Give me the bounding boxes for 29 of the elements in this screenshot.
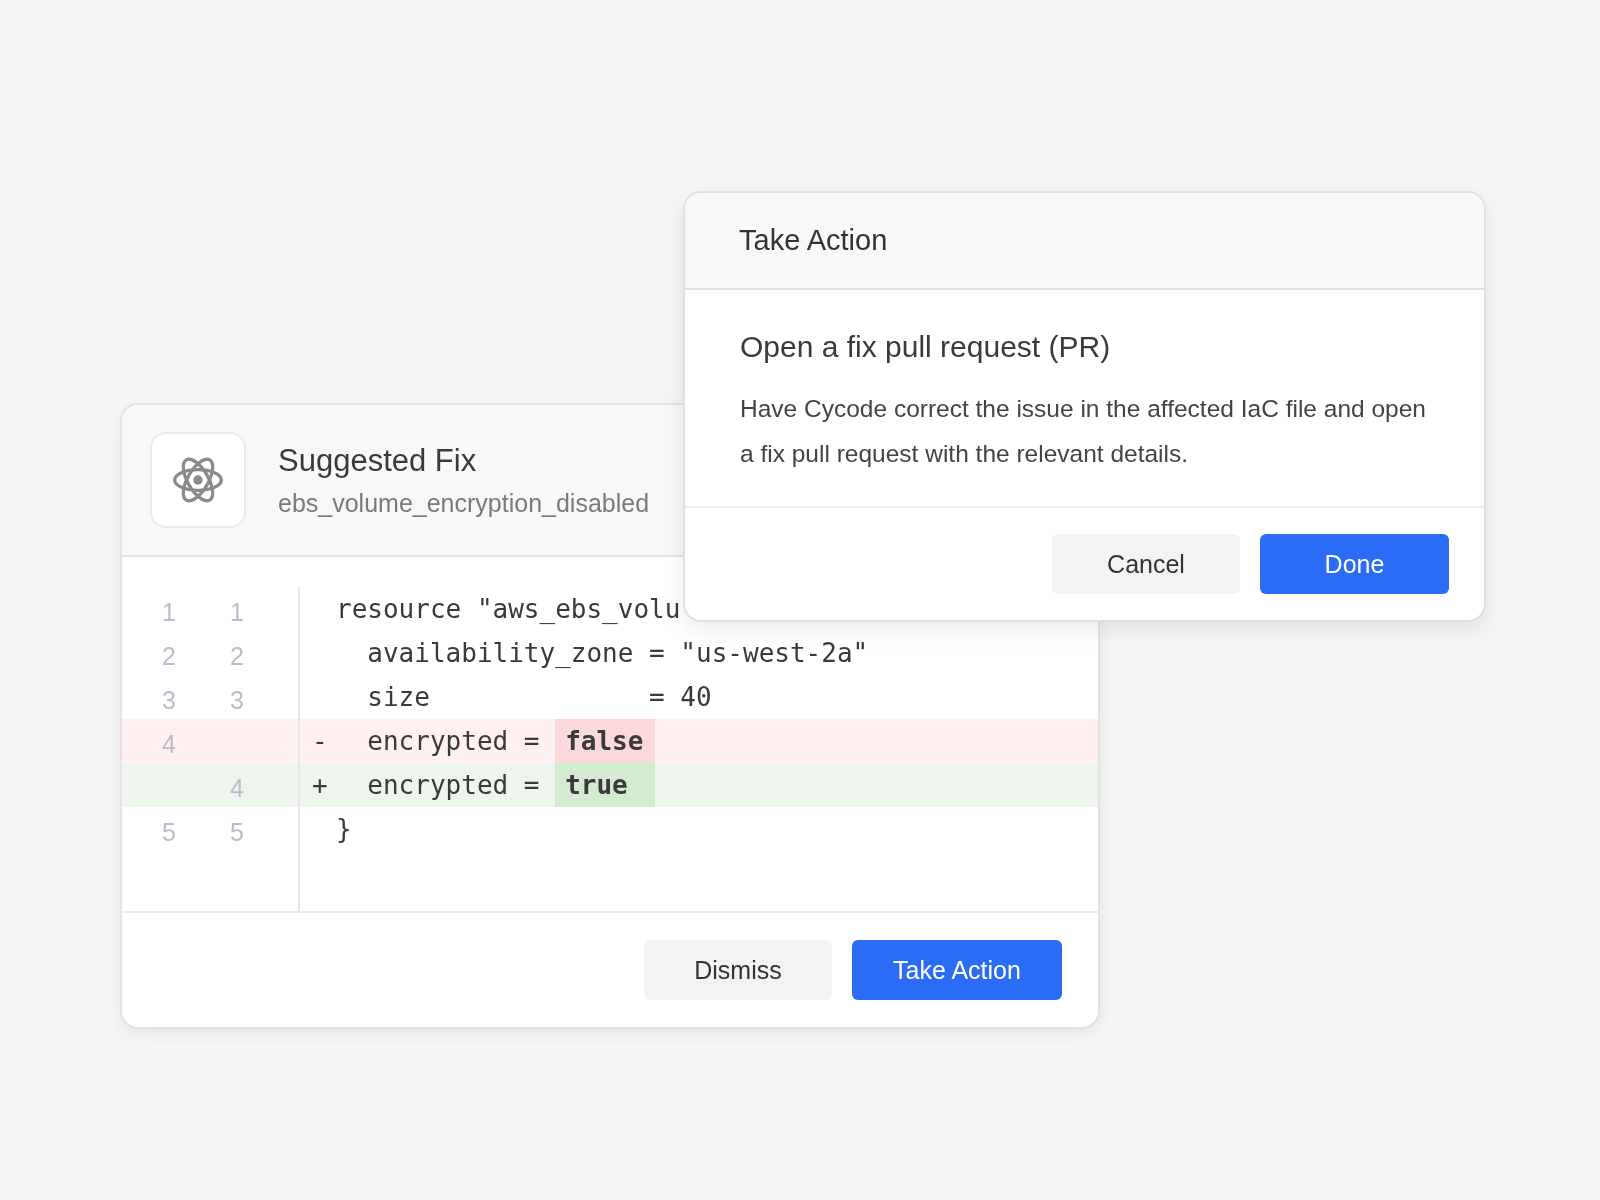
take-action-button[interactable]: Take Action (852, 940, 1062, 1000)
line-number: 5 (230, 818, 244, 846)
changed-token: true (555, 763, 656, 807)
code-line: size = 40 (366, 682, 712, 712)
changed-token: false (555, 719, 656, 763)
dismiss-button[interactable]: Dismiss (644, 940, 832, 1000)
code-line: encrypted = (366, 726, 541, 756)
card-title: Suggested Fix (278, 442, 478, 479)
line-number: 5 (162, 818, 176, 846)
line-number: 2 (230, 642, 244, 670)
code-line: } (336, 814, 352, 844)
line-number: 1 (230, 598, 244, 626)
line-number: 3 (230, 686, 244, 714)
option-description: Have Cycode correct the issue in the affected IaC file and open a fix pull request with the relevant details. (740, 394, 1427, 469)
line-number: 4 (162, 730, 176, 758)
dialog-title: Take Action (739, 224, 888, 257)
line-number: 2 (162, 642, 176, 670)
code-line: availability_zone = "us-west-2a" (366, 638, 869, 668)
diff-sign: + (312, 770, 328, 800)
cancel-button[interactable]: Cancel (1052, 534, 1240, 594)
diff-sign: - (312, 726, 328, 756)
code-line: resource "aws_ebs_volu (336, 594, 681, 624)
done-button[interactable]: Done (1260, 534, 1449, 594)
code-line: encrypted = (366, 770, 541, 800)
line-number: 3 (162, 686, 176, 714)
line-number: 4 (230, 774, 244, 802)
line-number: 1 (162, 598, 176, 626)
option-heading: Open a fix pull request (PR) (740, 330, 1112, 364)
rule-name: ebs_volume_encryption_disabled (278, 488, 650, 518)
